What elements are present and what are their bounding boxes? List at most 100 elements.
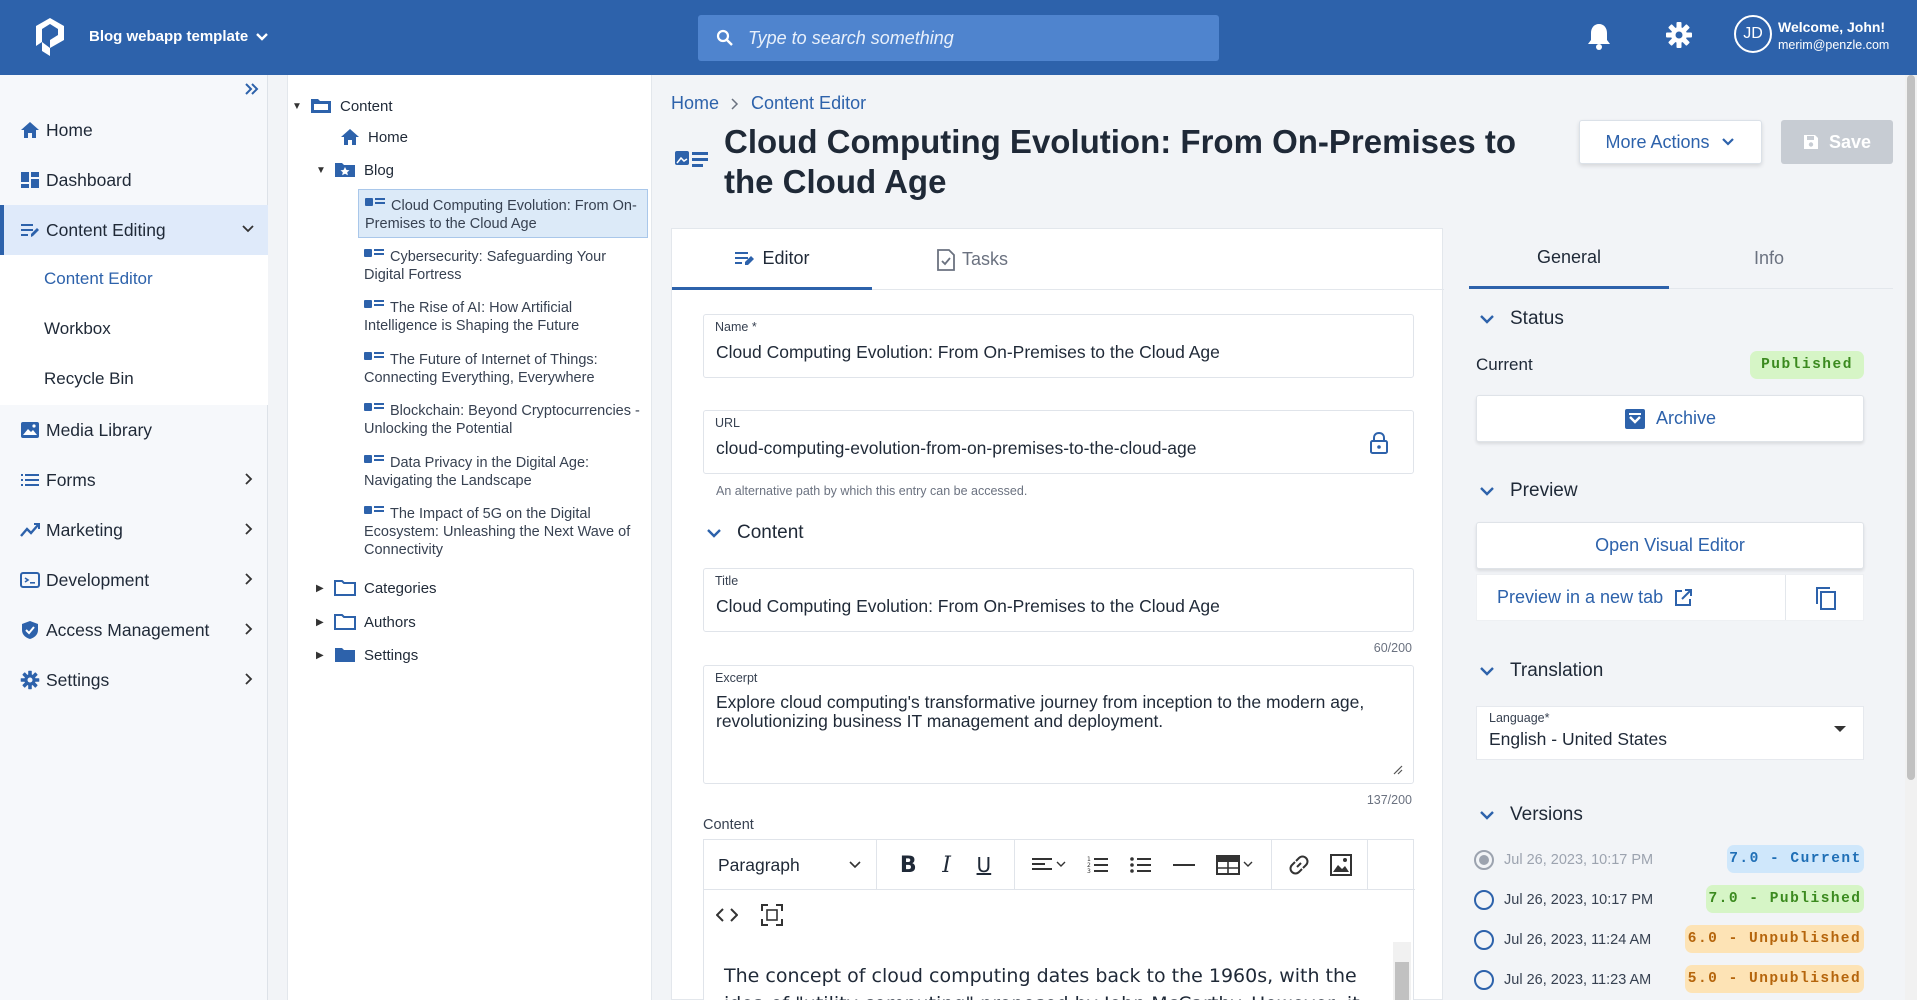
- resize-handle-icon[interactable]: [1393, 765, 1403, 775]
- table-icon[interactable]: [1216, 855, 1254, 875]
- language-select[interactable]: Language* English - United States: [1476, 706, 1864, 760]
- excerpt-textarea[interactable]: Explore cloud computing's transformative…: [716, 693, 1396, 731]
- tree-expanded-icon[interactable]: ▼: [292, 101, 302, 112]
- version-radio[interactable]: [1474, 890, 1494, 910]
- sidebar-subitem-workbox[interactable]: Workbox: [44, 319, 111, 339]
- tree-node-label: Blog: [364, 161, 395, 179]
- sidebar-item-home[interactable]: Home: [0, 105, 268, 155]
- preview-new-tab-link[interactable]: Preview in a new tab: [1497, 587, 1693, 608]
- section-title: Versions: [1510, 804, 1583, 825]
- sidebar-item-development[interactable]: Development: [0, 555, 268, 605]
- tree-node-home[interactable]: Home: [340, 128, 408, 146]
- scrollbar-thumb[interactable]: [1907, 75, 1915, 780]
- tree-node-blog[interactable]: ▼ Blog: [316, 161, 394, 179]
- version-radio[interactable]: [1474, 850, 1494, 870]
- tree-post-label: The Rise of AI: How Artificial Intellige…: [364, 300, 580, 334]
- tree-node-categories[interactable]: ▶ Categories: [316, 579, 437, 597]
- sidebar-item-access-management[interactable]: Access Management: [0, 605, 268, 655]
- fullscreen-button[interactable]: [749, 890, 794, 940]
- version-radio[interactable]: [1474, 970, 1494, 990]
- sidebar-item-content-editing[interactable]: Content Editing: [0, 205, 268, 255]
- horizontal-rule-icon[interactable]: [1173, 863, 1196, 867]
- article-icon: [364, 401, 386, 411]
- tree-collapsed-icon[interactable]: ▶: [316, 650, 326, 661]
- source-code-button[interactable]: [704, 890, 749, 940]
- tree-post-item[interactable]: The Impact of 5G on the Digital Ecosyste…: [358, 498, 648, 563]
- tab-tasks[interactable]: Tasks: [872, 229, 1072, 290]
- tree-expanded-icon[interactable]: ▼: [316, 165, 326, 176]
- status-section-header[interactable]: Status: [1478, 308, 1564, 330]
- name-input[interactable]: Cloud Computing Evolution: From On-Premi…: [716, 342, 1220, 363]
- tree-collapsed-icon[interactable]: ▶: [316, 617, 326, 628]
- collapse-sidebar-icon[interactable]: [243, 80, 261, 98]
- tree-post-item[interactable]: Blockchain: Beyond Cryptocurrencies - Un…: [358, 395, 648, 442]
- tab-general[interactable]: General: [1469, 228, 1669, 289]
- translation-section-header[interactable]: Translation: [1478, 660, 1603, 682]
- sidebar-item-media-library[interactable]: Media Library: [0, 405, 268, 455]
- url-input[interactable]: cloud-computing-evolution-from-on-premis…: [716, 438, 1197, 459]
- app-switcher[interactable]: Blog webapp template: [89, 28, 270, 45]
- sidebar-item-label: Forms: [46, 469, 96, 490]
- content-section-header[interactable]: Content: [705, 522, 804, 544]
- tree-node-content[interactable]: ▼ Content: [292, 97, 393, 115]
- insert-image-icon[interactable]: [1329, 854, 1352, 876]
- italic-button[interactable]: I: [942, 853, 951, 878]
- bullet-list-icon[interactable]: [1130, 855, 1152, 875]
- editor-card: Editor Tasks Name * Cloud Computing Evol…: [671, 228, 1444, 1000]
- bell-icon[interactable]: [1586, 22, 1612, 50]
- page-scrollbar[interactable]: [1905, 75, 1917, 1000]
- ordered-list-icon[interactable]: 123: [1087, 855, 1109, 875]
- link-icon[interactable]: [1287, 853, 1311, 877]
- section-title: Status: [1510, 308, 1564, 329]
- tree-post-item[interactable]: The Future of Internet of Things: Connec…: [358, 344, 648, 391]
- tab-info[interactable]: Info: [1669, 228, 1869, 289]
- align-left-icon[interactable]: [1031, 856, 1066, 874]
- archive-button[interactable]: Archive: [1476, 395, 1864, 442]
- scrollbar-thumb[interactable]: [1395, 962, 1409, 1000]
- sidebar-subitem-recycle-bin[interactable]: Recycle Bin: [44, 369, 134, 389]
- excerpt-field[interactable]: Excerpt Explore cloud computing's transf…: [703, 665, 1414, 784]
- more-actions-label: More Actions: [1605, 131, 1710, 152]
- sidebar-subitem-content-editor[interactable]: Content Editor: [44, 269, 153, 289]
- block-format-select[interactable]: Paragraph: [704, 840, 877, 890]
- tree-post-item[interactable]: Data Privacy in the Digital Age: Navigat…: [358, 447, 648, 494]
- global-search[interactable]: [698, 15, 1219, 61]
- tree-collapsed-icon[interactable]: ▶: [316, 583, 326, 594]
- sidebar-item-settings[interactable]: Settings: [0, 655, 268, 705]
- breadcrumb-home[interactable]: Home: [671, 93, 719, 114]
- title-input[interactable]: Cloud Computing Evolution: From On-Premi…: [716, 596, 1220, 617]
- editor-scrollbar[interactable]: [1393, 942, 1411, 1000]
- tree-node-settings[interactable]: ▶ Settings: [316, 646, 418, 664]
- tab-editor[interactable]: Editor: [672, 229, 872, 290]
- lock-icon[interactable]: [1369, 431, 1389, 455]
- avatar[interactable]: JD: [1734, 15, 1772, 53]
- more-actions-button[interactable]: More Actions: [1579, 120, 1762, 164]
- tree-post-item[interactable]: The Rise of AI: How Artificial Intellige…: [358, 292, 648, 339]
- underline-button[interactable]: U: [977, 853, 992, 877]
- name-field[interactable]: Name * Cloud Computing Evolution: From O…: [703, 314, 1414, 378]
- excerpt-counter: 137/200: [1366, 793, 1412, 807]
- penzle-logo-icon[interactable]: [36, 18, 64, 56]
- preview-section-header[interactable]: Preview: [1478, 480, 1578, 502]
- tree-post-item[interactable]: Cybersecurity: Safeguarding Your Digital…: [358, 241, 648, 288]
- bold-button[interactable]: B: [900, 853, 917, 878]
- search-input[interactable]: [748, 27, 1188, 49]
- chevron-down-icon: [1478, 484, 1496, 498]
- sidebar-item-marketing[interactable]: Marketing: [0, 505, 268, 555]
- url-field[interactable]: URL cloud-computing-evolution-from-on-pr…: [703, 410, 1414, 474]
- save-button[interactable]: Save: [1781, 120, 1893, 164]
- sidebar-item-dashboard[interactable]: Dashboard: [0, 155, 268, 205]
- tree-node-authors[interactable]: ▶ Authors: [316, 613, 416, 631]
- rich-text-body[interactable]: The concept of cloud computing dates bac…: [703, 942, 1414, 1000]
- versions-section-header[interactable]: Versions: [1478, 804, 1583, 826]
- open-visual-editor-button[interactable]: Open Visual Editor: [1476, 522, 1864, 569]
- preview-link-label: Preview in a new tab: [1497, 587, 1664, 607]
- version-radio[interactable]: [1474, 930, 1494, 950]
- copy-icon[interactable]: [1815, 586, 1837, 610]
- breadcrumb-content-editor[interactable]: Content Editor: [751, 93, 866, 114]
- sidebar-item-forms[interactable]: Forms: [0, 455, 268, 505]
- tree-post-item[interactable]: Cloud Computing Evolution: From On-Premi…: [358, 189, 648, 238]
- title-field[interactable]: Title Cloud Computing Evolution: From On…: [703, 568, 1414, 632]
- tree-node-label: Content: [340, 97, 393, 115]
- gear-icon[interactable]: [1665, 21, 1693, 49]
